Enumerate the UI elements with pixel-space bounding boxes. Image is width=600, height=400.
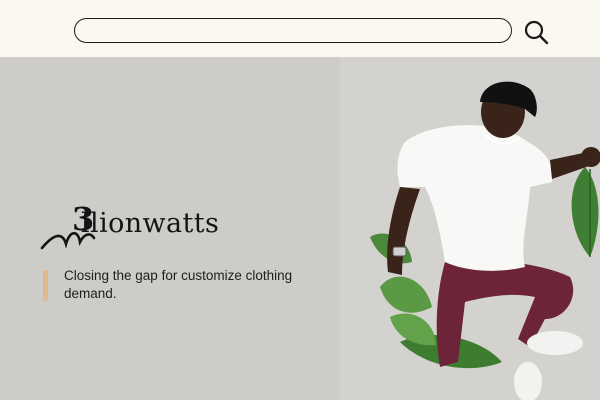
hero-section: 3 llionwatts Closing the gap for customi…	[0, 57, 600, 400]
search-icon	[524, 20, 549, 45]
hero-photo	[340, 57, 600, 400]
tagline-accent-bar	[43, 270, 48, 301]
hero-tagline: Closing the gap for customize clothing d…	[64, 268, 293, 301]
watch	[392, 246, 407, 257]
top-bar	[0, 0, 600, 57]
search-input[interactable]	[74, 18, 512, 43]
shoe-right	[527, 331, 583, 355]
brand-name: llionwatts	[81, 208, 220, 239]
search-button[interactable]	[522, 18, 550, 46]
